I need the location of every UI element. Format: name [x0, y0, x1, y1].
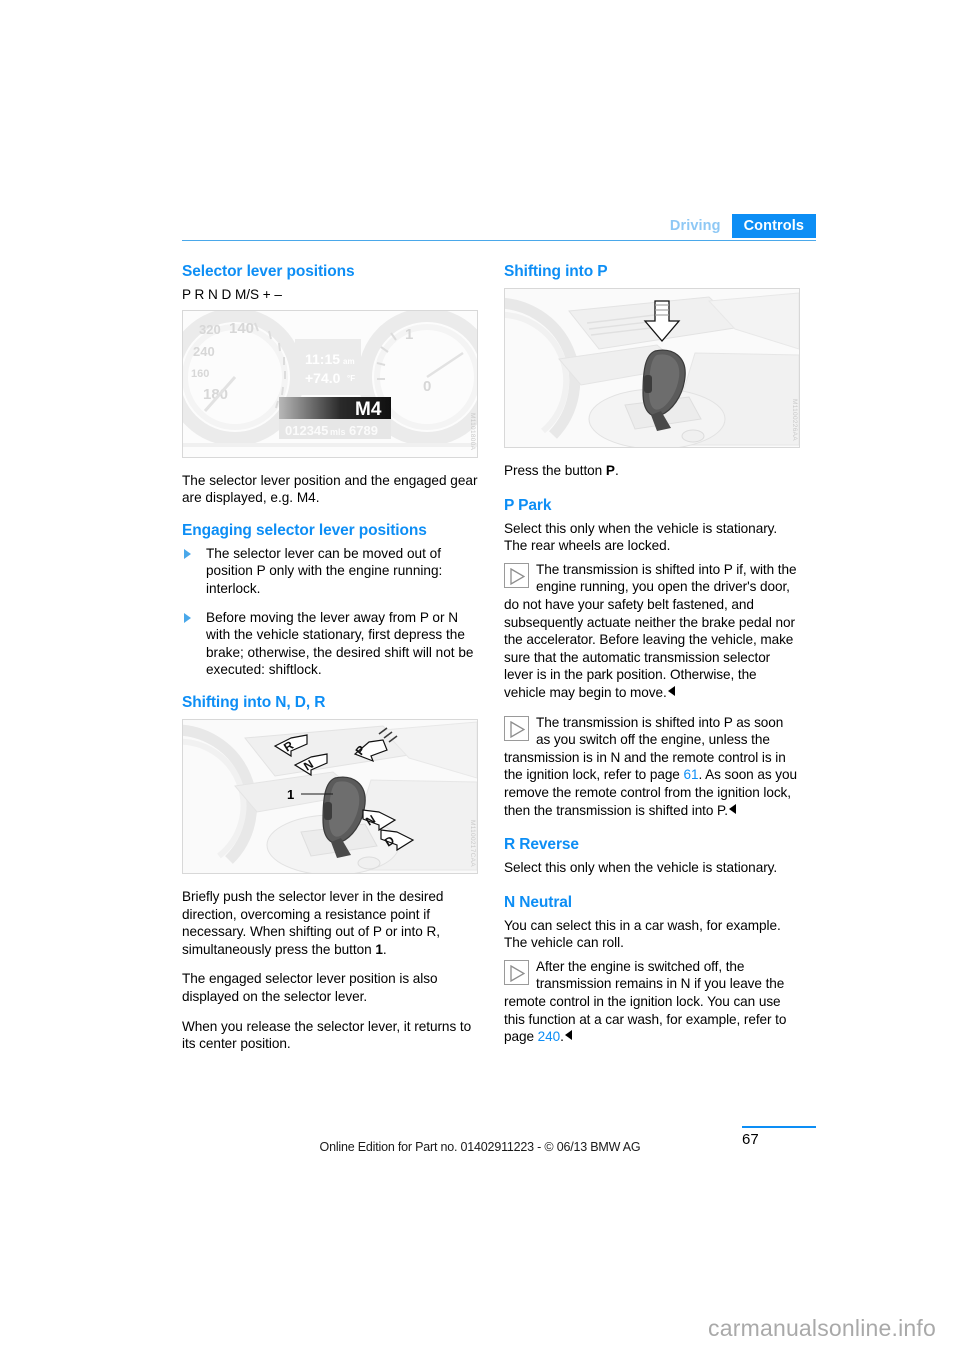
bold-callout-ref: 1 [375, 941, 383, 957]
triangle-glyph [510, 720, 525, 738]
note-neutral-remote-control: After the engine is switched off, the tr… [504, 958, 800, 1046]
svg-text:240: 240 [193, 344, 215, 359]
edition-notice: Online Edition for Part no. 01402911223 … [319, 1140, 641, 1154]
right-column: Shifting into P M1100226AA Press the but… [504, 262, 800, 1058]
heading-n-neutral: N Neutral [504, 893, 573, 911]
heading-shifting-into-p: Shifting into P [504, 263, 608, 280]
note-text: The transmission is shifted into P as so… [504, 714, 800, 820]
header-tabs: Driving Controls [670, 214, 816, 238]
svg-text:°F: °F [347, 374, 355, 383]
gear-lever-press-p-illustration [505, 289, 799, 447]
list-item-text: Before moving the lever away from P or N… [206, 609, 474, 678]
svg-text:+74.0: +74.0 [305, 370, 341, 386]
triangle-bullet-icon [184, 548, 191, 559]
note-body-continued: . [560, 1029, 564, 1045]
svg-text:M4: M4 [355, 399, 382, 420]
site-watermark: carmanualsonline.info [708, 1315, 936, 1341]
heading-r-reverse: R Reverse [504, 836, 579, 854]
heading-shifting-into-n-d-r: Shifting into N, D, R [182, 693, 326, 711]
note-end-marker [729, 803, 736, 814]
note-end-marker [667, 685, 675, 696]
gear-lever-ndr-illustration: R N P N D 1 [183, 719, 477, 873]
note-text: The transmission is shifted into P if, w… [504, 561, 800, 702]
header-divider [182, 240, 816, 241]
paragraph-engaged-position-display: The engaged selector lever position is a… [182, 971, 438, 1004]
svg-text:160: 160 [191, 368, 209, 380]
list-item-text: The selector lever can be moved out of p… [206, 545, 443, 596]
paragraph-reverse-intro: Select this only when the vehicle is sta… [504, 860, 778, 876]
svg-text:0: 0 [423, 378, 431, 395]
heading-engaging-selector-lever-positions: Engaging selector lever positions [182, 521, 427, 539]
page-header: Driving Controls [182, 214, 816, 242]
cluster-caption: The selector lever position and the enga… [182, 472, 478, 506]
triangle-glyph [510, 567, 525, 585]
figure-credit-lever-ndr: M1100217CAA [469, 820, 476, 867]
page-reference-link[interactable]: 61 [683, 767, 698, 782]
bold-button-label: P [605, 463, 615, 478]
figure-shifting-into-p: M1100226AA [504, 288, 800, 448]
svg-text:am: am [343, 357, 355, 366]
svg-text:6789: 6789 [349, 423, 378, 438]
instrument-cluster-illustration: 320 240 160 180 140 1 0 11:15 am +74.0 °… [183, 310, 477, 457]
figure-credit-cluster: M1101800A [469, 413, 476, 451]
svg-text:012345: 012345 [285, 423, 328, 438]
note-park-transmission-engine-off: The transmission is shifted into P as so… [504, 714, 800, 820]
note-triangle-icon [504, 715, 529, 741]
triangle-glyph [510, 964, 525, 982]
tab-controls: Controls [731, 214, 816, 238]
manual-page: Driving Controls Selector lever position… [0, 0, 960, 1358]
paragraph-briefly-push: Briefly push the selector lever in the d… [182, 888, 478, 958]
paragraph-text: Briefly push the selector lever in the d… [182, 888, 444, 957]
paragraph-suffix: . [382, 941, 387, 957]
paragraph-text: Press the button [504, 463, 606, 478]
svg-text:140: 140 [229, 320, 254, 337]
engaging-bullet-list: The selector lever can be moved out of p… [182, 545, 478, 679]
selector-positions-line: P R N D M/S + – [182, 287, 282, 302]
paragraph-neutral-intro: You can select this in a car wash, for e… [504, 917, 781, 951]
note-triangle-icon [504, 562, 529, 588]
list-item: The selector lever can be moved out of p… [182, 545, 478, 598]
svg-text:11:15: 11:15 [305, 351, 340, 367]
note-park-transmission-open-door: The transmission is shifted into P if, w… [504, 561, 800, 702]
note-text: After the engine is switched off, the tr… [504, 958, 800, 1046]
list-item: Before moving the lever away from P or N… [182, 609, 478, 679]
paragraph-suffix: . [614, 463, 619, 478]
paragraph-release-center-position: When you release the selector lever, it … [182, 1018, 472, 1052]
page-reference-link[interactable]: 240 [538, 1029, 561, 1044]
note-triangle-icon [504, 959, 529, 985]
figure-instrument-cluster: 320 240 160 180 140 1 0 11:15 am +74.0 °… [182, 309, 478, 458]
heading-p-park: P Park [504, 496, 552, 514]
paragraph-press-button-p: Press the button P. [504, 462, 800, 480]
note-body: The transmission is shifted into P if, w… [504, 561, 797, 700]
figure-credit-shift-p: M1100226AA [791, 399, 798, 441]
note-end-marker [564, 1030, 572, 1041]
figure-shifting-ndr: R N P N D 1 M1100217CAA [182, 718, 478, 874]
footer-divider [742, 1126, 816, 1128]
page-title-selector-lever-positions: Selector lever positions [182, 263, 355, 280]
paragraph-park-intro: Select this only when the vehicle is sta… [504, 520, 778, 554]
triangle-bullet-icon [184, 612, 191, 623]
breadcrumb-section-driving: Driving [669, 218, 721, 234]
svg-text:320: 320 [199, 322, 221, 337]
figure-callout-1: 1 [287, 787, 294, 802]
svg-text:1: 1 [405, 326, 413, 343]
left-column: Selector lever positions P R N D M/S + – [182, 262, 478, 1065]
svg-text:mls: mls [330, 427, 346, 437]
